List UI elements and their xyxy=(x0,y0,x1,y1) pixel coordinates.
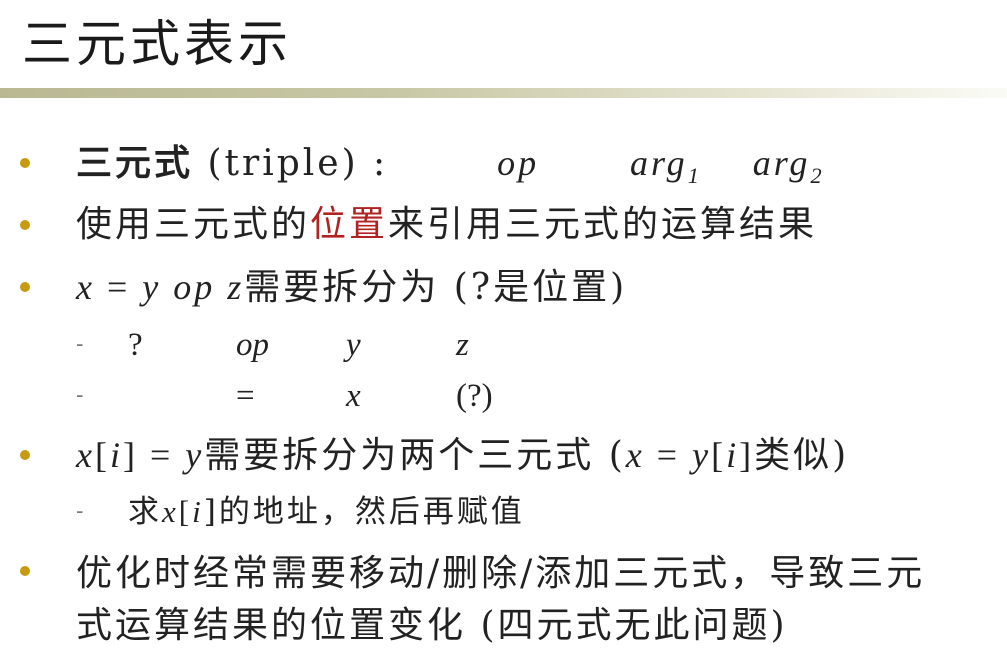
term-triple-english: (triple) : xyxy=(207,143,389,184)
dash-icon: - xyxy=(76,383,84,408)
sub-row-address: - 求x[i]的地址，然后再赋值 xyxy=(76,494,525,530)
bullet-dot-icon xyxy=(20,220,30,230)
bullet-dot-icon xyxy=(20,566,30,576)
triple-arg1: arg1 xyxy=(630,143,702,189)
dash-icon: - xyxy=(76,499,84,524)
sub-row-triple-1: - ? op y z xyxy=(76,327,469,363)
sub-row-triple-2: - = x (?) xyxy=(76,378,493,414)
highlight-position: 位置 xyxy=(310,204,389,245)
bullet-dot-icon xyxy=(20,158,30,168)
triple-op: op xyxy=(497,143,540,183)
bullet-dot-icon xyxy=(20,450,30,460)
dash-icon: - xyxy=(76,332,84,357)
bullet-dot-icon xyxy=(20,282,30,292)
triple-arg2: arg2 xyxy=(752,143,825,189)
term-triple: 三元式 xyxy=(76,142,194,184)
slide-body: 三元式 (triple) : op arg1 arg2 使用三元式的位置来引用三… xyxy=(0,0,1007,668)
